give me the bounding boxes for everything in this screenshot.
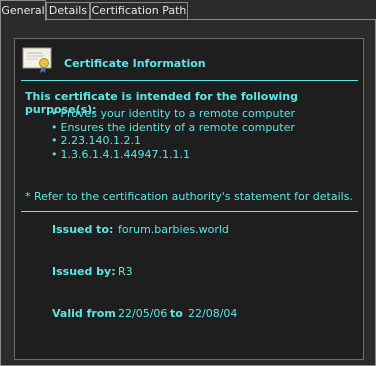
header-title: Certificate Information bbox=[64, 57, 206, 70]
tab-general[interactable]: General bbox=[0, 0, 46, 21]
details-divider bbox=[21, 211, 358, 212]
purpose-item: 1.3.6.1.4.1.44947.1.1.1 bbox=[51, 148, 295, 162]
tab-certification-path[interactable]: Certification Path bbox=[90, 2, 188, 19]
issued-to-value: forum.barbies.world bbox=[118, 223, 229, 236]
header-divider bbox=[21, 80, 358, 81]
valid-to-value: 22/08/04 bbox=[188, 307, 238, 320]
issued-by-label: Issued by: bbox=[52, 265, 116, 278]
issued-to-label: Issued to: bbox=[52, 223, 114, 236]
issued-by-value: R3 bbox=[118, 265, 133, 278]
certificate-info-box: Certificate Information This certificate… bbox=[14, 38, 364, 360]
valid-to-label: to bbox=[170, 307, 183, 320]
general-panel: Certificate Information This certificate… bbox=[0, 19, 376, 366]
purpose-list: Proves your identity to a remote compute… bbox=[51, 107, 296, 162]
tab-details[interactable]: Details bbox=[46, 2, 90, 19]
purpose-item: Proves your identity to a remote compute… bbox=[51, 107, 296, 121]
refer-note: * Refer to the certification authority's… bbox=[25, 190, 353, 203]
tab-strip: General Details Certification Path bbox=[0, 0, 376, 21]
certificate-icon bbox=[22, 47, 52, 73]
valid-from-value: 22/05/06 bbox=[118, 307, 168, 320]
valid-from-label: Valid from bbox=[52, 307, 116, 320]
purpose-item: Ensures the identity of a remote compute… bbox=[51, 121, 295, 135]
purpose-item: 2.23.140.1.2.1 bbox=[51, 134, 295, 148]
